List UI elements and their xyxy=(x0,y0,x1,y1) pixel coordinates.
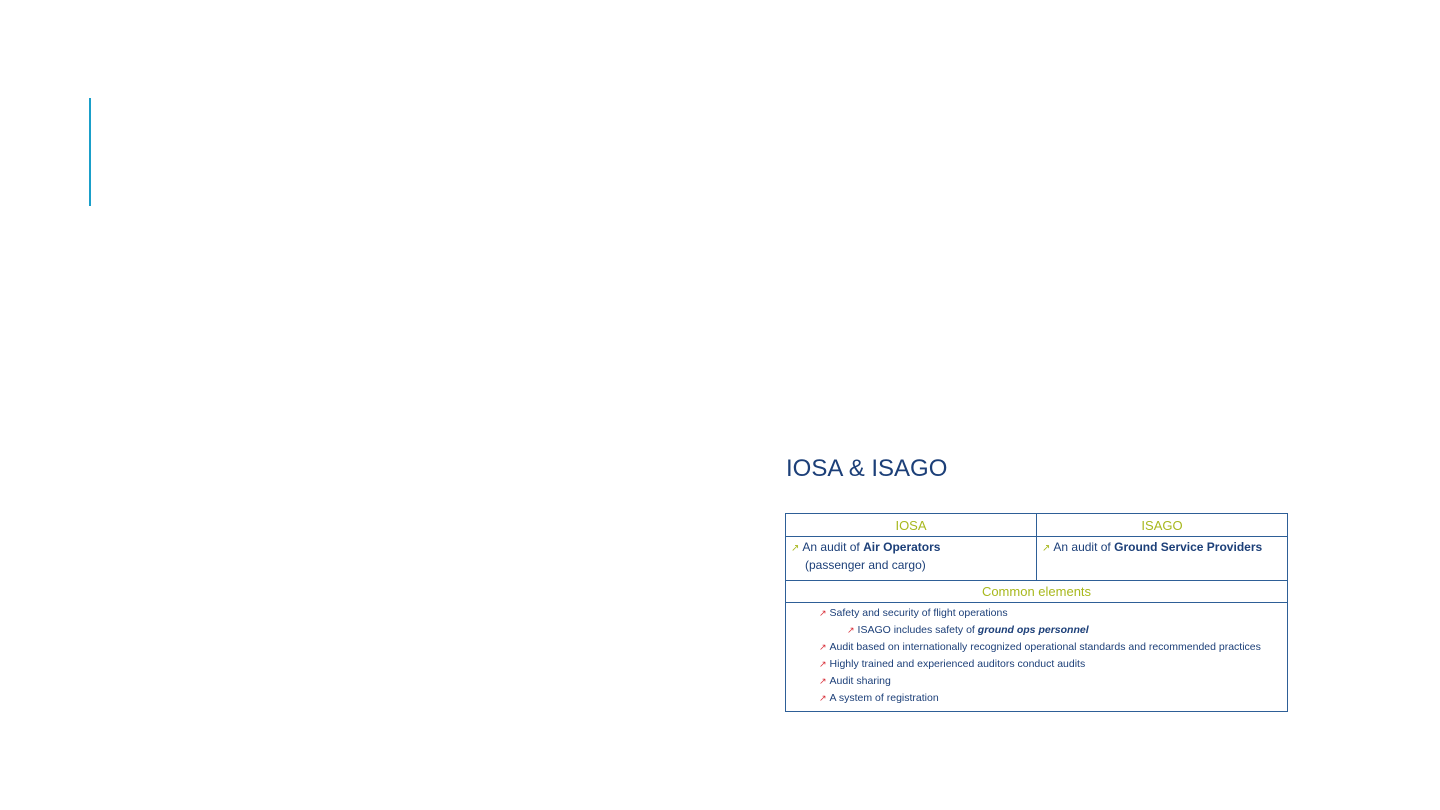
common-header-row: Common elements xyxy=(785,580,1288,603)
list-item: ↗ Audit sharing xyxy=(786,673,1287,690)
list-item-text: ISAGO includes safety of xyxy=(857,624,978,636)
arrow-up-right-icon: ↗ xyxy=(1042,543,1051,554)
iosa-desc-line2: (passenger and cargo) xyxy=(805,558,926,572)
slide: IOSA & ISAGO IOSA ISAGO ↗ An audit of Air… xyxy=(0,0,1440,810)
common-items: ↗ Safety and security of flight operation… xyxy=(786,605,1287,707)
isago-description-line: ↗ An audit of Ground Service Providers xyxy=(1042,539,1283,557)
list-item: ↗ Safety and security of flight operation… xyxy=(786,605,1287,622)
iosa-description-line: ↗ An audit of Air Operators xyxy=(791,539,1032,557)
accent-bar xyxy=(89,98,91,206)
list-item-text: Audit based on internationally recognize… xyxy=(829,641,1261,653)
list-item-text: Safety and security of flight operations xyxy=(829,607,1008,619)
list-item-text: Audit sharing xyxy=(829,675,891,687)
common-elements-list: ↗ Safety and security of flight operation… xyxy=(785,602,1288,712)
iosa-desc-subject: Air Operators xyxy=(863,540,941,554)
arrow-up-right-icon: ↗ xyxy=(791,543,800,554)
comparison-table: IOSA ISAGO ↗ An audit of Air Operators (p… xyxy=(785,513,1288,712)
isago-column-header: ISAGO xyxy=(1036,513,1288,537)
common-body-row: ↗ Safety and security of flight operation… xyxy=(785,602,1288,712)
arrow-up-right-icon: ↗ xyxy=(819,676,827,686)
table-row: ↗ An audit of Air Operators (passenger an… xyxy=(785,536,1288,581)
arrow-up-right-icon: ↗ xyxy=(819,608,827,618)
list-item-text: Highly trained and experienced auditors … xyxy=(829,658,1086,670)
isago-description: ↗ An audit of Ground Service Providers xyxy=(1036,536,1288,581)
arrow-up-right-icon: ↗ xyxy=(847,625,855,635)
list-item: ↗ Audit based on internationally recogniz… xyxy=(786,639,1287,656)
arrow-up-right-icon: ↗ xyxy=(819,642,827,652)
slide-heading: IOSA & ISAGO xyxy=(786,455,948,482)
list-item-text: A system of registration xyxy=(829,692,939,704)
table-header-row: IOSA ISAGO xyxy=(785,513,1288,537)
common-elements-header: Common elements xyxy=(785,580,1288,603)
list-item: ↗ A system of registration xyxy=(786,690,1287,707)
iosa-desc-prefix: An audit of xyxy=(802,540,864,554)
isago-desc-subject: Ground Service Providers xyxy=(1114,540,1263,554)
list-item-emphasis: ground ops personnel xyxy=(977,624,1089,636)
arrow-up-right-icon: ↗ xyxy=(819,693,827,703)
list-item: ↗ Highly trained and experienced auditors… xyxy=(786,656,1287,673)
isago-desc-prefix: An audit of xyxy=(1053,540,1115,554)
iosa-description: ↗ An audit of Air Operators (passenger an… xyxy=(785,536,1037,581)
arrow-up-right-icon: ↗ xyxy=(819,659,827,669)
list-item: ↗ ISAGO includes safety of ground ops per… xyxy=(786,622,1287,639)
iosa-column-header: IOSA xyxy=(785,513,1037,537)
